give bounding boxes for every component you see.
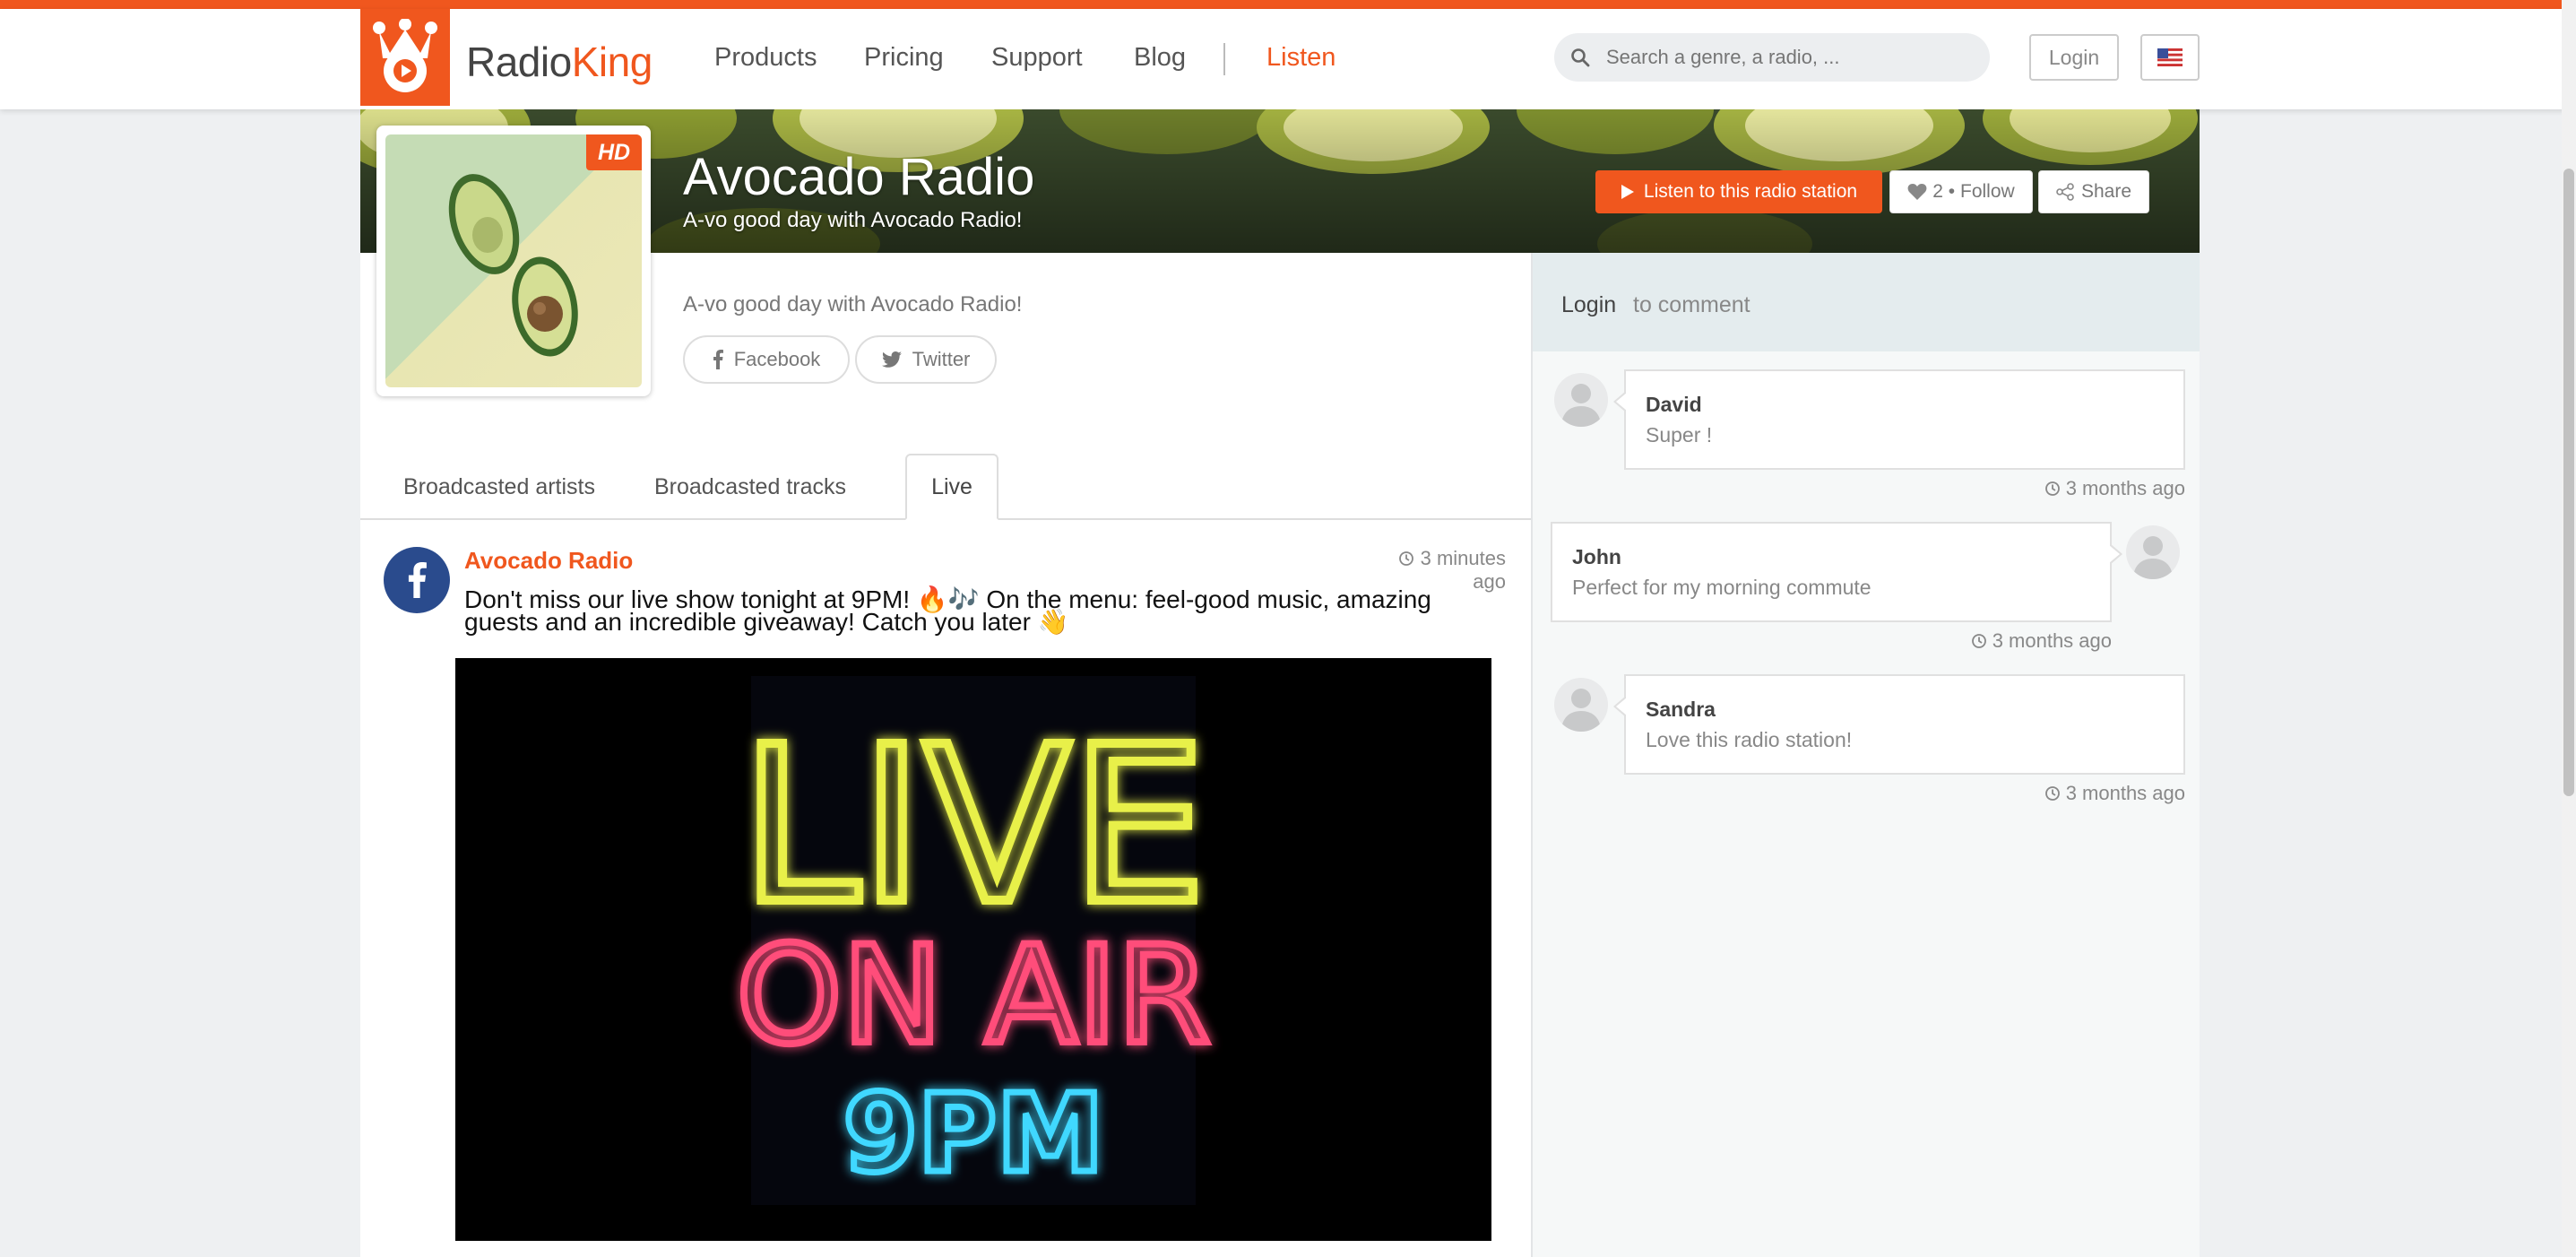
neon-line-3: 9PM (843, 1072, 1104, 1197)
user-silhouette-icon (2133, 536, 2173, 579)
listen-button-label: Listen to this radio station (1643, 181, 1858, 202)
comment-login-bar: Login to comment (1533, 253, 2200, 351)
neon-line-2: ON AIR (736, 918, 1210, 1074)
comment-time-text: 3 months ago (1992, 629, 2112, 652)
tab-broadcasted-artists[interactable]: Broadcasted artists (387, 454, 611, 520)
brand-name[interactable]: RadioKing (466, 38, 653, 86)
play-icon (1621, 185, 1634, 199)
neon-line-1: LIVE (740, 700, 1206, 951)
comment-time-text: 3 months ago (2065, 782, 2185, 804)
twitter-label: Twitter (912, 348, 971, 370)
station-title: Avocado Radio (683, 148, 1035, 206)
share-button[interactable]: Share (2038, 170, 2149, 213)
top-navbar: RadioKing Products Pricing Support Blog … (0, 9, 2576, 109)
comment-pointer (1613, 391, 1627, 412)
user-silhouette-icon (1561, 689, 1601, 732)
station-subtitle: A-vo good day with Avocado Radio! (683, 208, 1023, 232)
avatar (1554, 373, 1608, 427)
nav-blog[interactable]: Blog (1134, 43, 1186, 73)
comment-time-text: 3 months ago (2065, 477, 2185, 499)
nav-products[interactable]: Products (714, 43, 817, 73)
tab-broadcasted-tracks[interactable]: Broadcasted tracks (638, 454, 862, 520)
nav-separator (1223, 43, 1225, 75)
listen-station-button[interactable]: Listen to this radio station (1595, 170, 1882, 213)
hd-badge: HD (586, 134, 642, 170)
search-bar[interactable] (1554, 33, 1990, 82)
comment-author: Sandra (1646, 698, 1716, 721)
brand-part-king: King (571, 39, 653, 85)
nav-support[interactable]: Support (991, 43, 1083, 73)
facebook-button[interactable]: Facebook (683, 335, 850, 384)
follow-button[interactable]: 2 • Follow (1889, 170, 2033, 213)
clock-icon (1399, 551, 1414, 566)
clock-icon (2044, 786, 2060, 801)
comments-sidebar: Login to comment David Super ! 3 months … (1533, 253, 2200, 1257)
us-flag-icon (2157, 48, 2183, 66)
tab-live[interactable]: Live (905, 454, 998, 520)
comment-timestamp: 3 months ago (1843, 629, 2112, 653)
facebook-logo-icon (408, 562, 427, 598)
comment-author: David (1646, 393, 1702, 416)
login-button[interactable]: Login (2029, 34, 2119, 81)
station-description: A-vo good day with Avocado Radio! (683, 292, 1023, 316)
facebook-label: Facebook (733, 348, 821, 370)
twitter-button[interactable]: Twitter (855, 335, 997, 384)
sidebar-login-link[interactable]: Login (1561, 292, 1616, 318)
post-time-text: 3 minutes ago (1420, 547, 1506, 593)
comment-card: Sandra Love this radio station! (1613, 674, 2185, 775)
radioking-logo[interactable] (360, 9, 450, 106)
sidebar-to-comment: to comment (1633, 292, 1750, 317)
station-page: HD Avocado Radio A-vo good day with Avoc… (360, 109, 2200, 1257)
user-silhouette-icon (1561, 384, 1601, 427)
crown-radio-icon (373, 19, 437, 92)
nav-listen[interactable]: Listen (1266, 43, 1336, 73)
avatar (1554, 678, 1608, 732)
comment-pointer (1613, 696, 1627, 717)
live-on-air-image[interactable]: LIVE ON AIR 9PM (455, 658, 1491, 1241)
comment-timestamp: 3 months ago (1916, 477, 2185, 500)
language-selector[interactable] (2140, 34, 2200, 81)
twitter-icon (881, 351, 902, 368)
cover-image: HD (385, 134, 642, 387)
follow-button-label: 2 • Follow (1932, 181, 2015, 202)
post-author[interactable]: Avocado Radio (464, 547, 633, 575)
comment-card: David Super ! (1613, 369, 2185, 470)
share-icon (2056, 183, 2074, 201)
search-icon (1554, 48, 1606, 67)
avocado-halves-image (448, 174, 578, 357)
comment-text: Super ! (1646, 423, 1713, 446)
heart-icon (1907, 184, 1927, 200)
top-accent-bar (0, 0, 2576, 9)
scrollbar-thumb[interactable] (2563, 169, 2574, 796)
clock-icon (1971, 634, 1986, 648)
facebook-icon (713, 350, 723, 369)
station-cover: HD (376, 126, 651, 396)
comment-card: John Perfect for my morning commute (1551, 522, 2122, 622)
search-input[interactable] (1606, 46, 1974, 69)
comment-pointer (2109, 543, 2122, 565)
comment-text: Love this radio station! (1646, 728, 1853, 751)
comment-text: Perfect for my morning commute (1572, 576, 1871, 599)
post-text: Don't miss our live show tonight at 9PM!… (464, 585, 1431, 636)
nav-pricing[interactable]: Pricing (864, 43, 944, 73)
neon-sign-graphic: LIVE ON AIR 9PM (455, 658, 1491, 1241)
comment-author: John (1572, 545, 1621, 568)
facebook-avatar (384, 547, 450, 613)
clock-icon (2044, 481, 2060, 496)
comment-timestamp: 3 months ago (1916, 782, 2185, 805)
share-button-label: Share (2080, 181, 2132, 202)
avatar (2126, 525, 2180, 579)
brand-part-radio: Radio (466, 39, 572, 85)
